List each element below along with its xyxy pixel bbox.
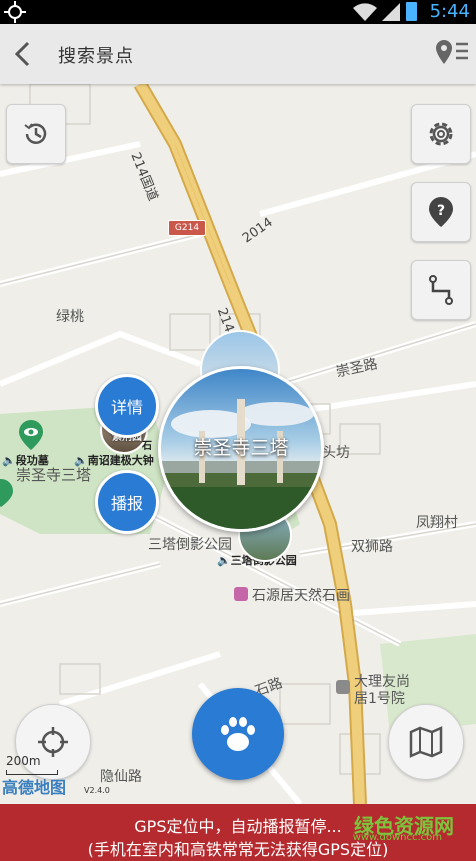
road-shield-g214: G214 bbox=[168, 220, 206, 236]
building-icon bbox=[336, 680, 350, 694]
scenic-pin-icon-2[interactable] bbox=[0, 478, 14, 508]
road-label-yinxian: 隐仙路 bbox=[100, 769, 142, 785]
status-time: 5:44 bbox=[429, 1, 470, 22]
gear-icon bbox=[429, 122, 453, 146]
paw-main-button[interactable] bbox=[192, 688, 284, 780]
crosshair-icon bbox=[38, 727, 68, 757]
map-view[interactable]: 214国道 G214 2014 214 崇圣路 双狮路 隐仙路 石路 绿桃 崇圣… bbox=[0, 84, 476, 804]
search-spots-field[interactable]: 搜索景点 bbox=[58, 42, 134, 68]
place-fengxiang: 凤翔村 bbox=[416, 515, 458, 531]
poi-shi-partial: 石 bbox=[142, 441, 152, 452]
map-mode-button[interactable] bbox=[388, 704, 464, 780]
featured-spot-image[interactable]: 崇圣寺三塔 bbox=[158, 366, 324, 532]
watermark-url: www.downcc.com bbox=[352, 832, 442, 843]
place-toufang: 头坊 bbox=[322, 445, 350, 461]
app-version: V2.4.0 bbox=[84, 786, 110, 795]
header-bar: 搜索景点 bbox=[0, 24, 476, 84]
location-target-icon bbox=[4, 1, 26, 23]
route-button[interactable] bbox=[411, 260, 471, 320]
shop-icon bbox=[234, 587, 248, 601]
svg-text:?: ? bbox=[437, 203, 445, 219]
help-button[interactable]: ? bbox=[411, 182, 471, 242]
details-button[interactable]: 详情 bbox=[95, 374, 159, 438]
place-shiyuanju: 石源居天然石画 bbox=[252, 588, 350, 604]
settings-button[interactable] bbox=[411, 104, 471, 164]
place-lvtao: 绿桃 bbox=[56, 309, 84, 325]
wifi-icon bbox=[353, 3, 377, 21]
status-bar: 5:44 bbox=[0, 0, 476, 24]
history-button[interactable] bbox=[6, 104, 66, 164]
signal-icon bbox=[382, 3, 400, 21]
map-scale: 200m bbox=[6, 754, 41, 768]
help-pin-icon: ? bbox=[429, 197, 453, 227]
back-arrow-icon[interactable] bbox=[12, 40, 34, 68]
folded-map-icon bbox=[409, 726, 443, 758]
place-dali-youshang-2: 居1号院 bbox=[354, 691, 405, 707]
road-label-shuangshi: 双狮路 bbox=[351, 539, 393, 555]
scenic-pin-icon[interactable] bbox=[18, 419, 44, 451]
route-icon bbox=[429, 275, 453, 305]
battery-icon bbox=[406, 2, 417, 21]
history-icon bbox=[24, 123, 47, 144]
paw-icon bbox=[221, 717, 255, 751]
poi-duangong[interactable]: 🔈段功墓 bbox=[2, 452, 49, 468]
featured-spot-name: 崇圣寺三塔 bbox=[193, 437, 289, 459]
map-brand-logo: 高德地图 bbox=[2, 778, 67, 797]
broadcast-button[interactable]: 播报 bbox=[95, 470, 159, 534]
location-list-icon[interactable] bbox=[432, 38, 472, 68]
poi-nanzhao-bell[interactable]: 🔈南诏建极大钟 bbox=[74, 452, 154, 468]
locate-button[interactable] bbox=[15, 704, 91, 780]
place-santa-park: 三塔倒影公园 bbox=[148, 537, 232, 553]
